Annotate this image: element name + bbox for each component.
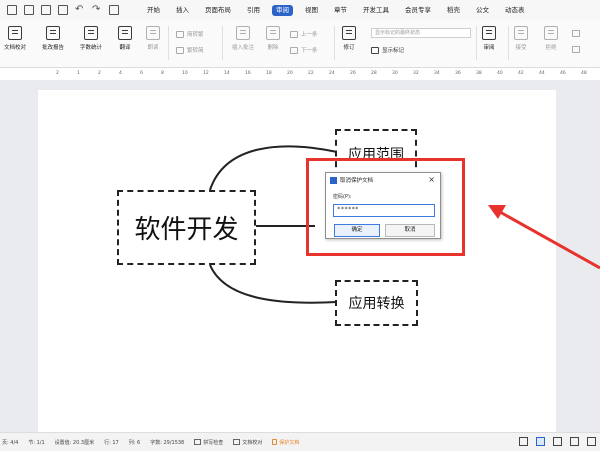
- lock-icon: [272, 439, 278, 445]
- status-col: 列: 6: [128, 439, 141, 446]
- doc-check-button[interactable]: 文档校对: [233, 439, 262, 446]
- status-bar: 页: 4/4 节: 1/1 设置值: 20.3厘米 行: 17 列: 6 字数:…: [0, 432, 600, 451]
- protect-doc-button[interactable]: 保护文档: [272, 439, 299, 446]
- view-switcher: [519, 437, 596, 446]
- arrow-head: [488, 205, 506, 219]
- web-view-icon[interactable]: [587, 437, 596, 446]
- page-view-icon[interactable]: [536, 437, 545, 446]
- eye-protection-icon[interactable]: [519, 437, 528, 446]
- status-section: 节: 1/1: [28, 439, 45, 446]
- status-row: 行: 17: [104, 439, 119, 446]
- doc-check-label: 文档校对: [242, 439, 263, 446]
- status-position: 设置值: 20.3厘米: [54, 439, 95, 446]
- status-page[interactable]: 页: 4/4: [2, 439, 18, 446]
- doc-check-icon: [233, 439, 241, 445]
- read-view-icon[interactable]: [570, 437, 579, 446]
- spell-check-button[interactable]: 拼写检查: [194, 439, 223, 446]
- protect-doc-label: 保护文档: [279, 439, 300, 446]
- outline-view-icon[interactable]: [553, 437, 562, 446]
- spell-check-icon: [194, 439, 202, 445]
- status-words[interactable]: 字数: 29/1538: [150, 439, 184, 446]
- spell-check-label: 拼写检查: [203, 439, 224, 446]
- arrow-shaft: [499, 210, 600, 270]
- annotation-arrow: [488, 205, 600, 270]
